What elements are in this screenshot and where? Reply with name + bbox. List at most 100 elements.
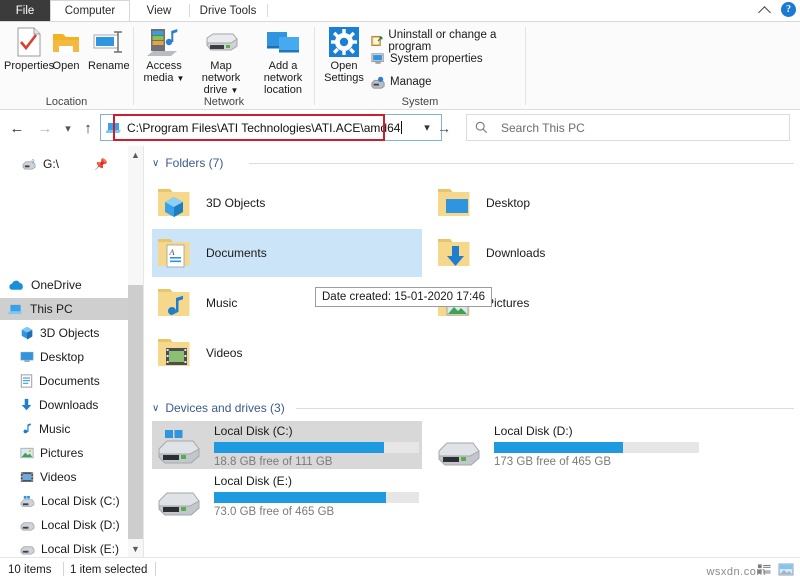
text-caret [401,120,403,134]
go-arrow-icon[interactable]: → [434,118,454,138]
folders-group-header[interactable]: ∨ Folders (7) [152,154,223,172]
manage-button[interactable]: Manage [371,75,432,89]
desktop-icon [20,351,34,362]
folders-group-label: Folders (7) [165,156,224,170]
uninstall-program-button[interactable]: Uninstall or change a program [371,29,525,53]
map-network-drive-label: Map network drive ▼ [201,60,241,96]
sidebar-label: Local Disk (D:) [41,518,120,532]
sidebar-label: OneDrive [31,278,82,292]
map-network-drive-button[interactable]: Map network drive ▼ [190,26,252,97]
sidebar-item-music[interactable]: Music [0,418,70,440]
sidebar-item-downloads[interactable]: Downloads [0,394,98,416]
sidebar-item-pictures[interactable]: Pictures [0,442,83,464]
drive-info: Local Disk (D:) 173 GB free of 465 GB [494,424,699,468]
scrollbar-thumb[interactable] [128,285,143,539]
drive-free-space: 73.0 GB free of 465 GB [214,506,335,518]
navigation-scrollbar[interactable]: ▲ ▼ [128,146,143,557]
svg-text:A: A [169,248,175,257]
sidebar-label: Music [39,422,71,436]
search-box[interactable]: Search This PC [466,114,790,141]
manage-icon [371,76,385,89]
back-arrow-icon[interactable]: ← [7,118,27,138]
folder-documents-icon: A [158,239,190,268]
status-selection: 1 item selected [70,564,148,576]
rename-button[interactable]: Rename [88,26,130,72]
folder-tile-videos[interactable]: Videos [152,329,422,377]
sidebar-item-3d-objects[interactable]: 3D Objects [0,322,99,344]
pin-icon[interactable]: 📌 [94,158,108,171]
tab-file[interactable]: File [0,0,50,21]
ribbon-group-location: Properties Open Rename Location [0,22,133,110]
folder-name: Downloads [486,246,546,260]
sidebar-label: Pictures [40,446,84,460]
up-arrow-icon[interactable]: ↑ [78,118,98,138]
settings-gear-icon [329,27,359,57]
svg-text:?: ? [31,159,34,165]
folder-name: Music [206,296,238,310]
sidebar-item-this-pc[interactable]: This PC [0,298,128,320]
drive-icon [158,492,200,516]
sidebar-label: Local Disk (E:) [41,542,120,556]
scroll-up-icon[interactable]: ▲ [128,146,143,163]
folder-tile-desktop[interactable]: Desktop [432,179,702,227]
file-explorer-window: File Computer View Drive Tools ? Propert… [0,0,800,583]
add-network-location-label: Add a network location [263,60,303,96]
sidebar-item-onedrive[interactable]: OneDrive [0,274,128,296]
access-media-button[interactable]: Access media ▼ [136,26,192,85]
open-button[interactable]: Open [50,26,82,72]
drive-tile-local-disk-c[interactable]: Local Disk (C:) 18.8 GB free of 111 GB [152,421,422,469]
sidebar-item-g-drive[interactable]: ? G:\ 📌 [0,153,128,175]
sidebar-label: G:\ [43,157,60,171]
drive-tile-local-disk-d[interactable]: Local Disk (D:) 173 GB free of 465 GB [432,421,702,469]
recent-locations-chevron-down-icon[interactable]: ▾ [58,118,78,138]
address-input-value[interactable]: C:\Program Files\ATI Technologies\ATI.AC… [124,120,413,135]
open-settings-button[interactable]: Open Settings [321,26,367,84]
sidebar-item-desktop[interactable]: Desktop [0,346,84,368]
downloads-icon [21,398,32,411]
drive-info: Local Disk (E:) 73.0 GB free of 465 GB [214,474,419,518]
tab-view[interactable]: View [130,0,188,21]
large-icons-view-icon[interactable] [778,563,794,580]
properties-button[interactable]: Properties [4,26,54,72]
folder-tile-documents[interactable]: A Documents [152,229,422,277]
watermark: wsxdn.com [706,566,766,578]
sidebar-item-videos[interactable]: Videos [0,466,76,488]
drive-icon [438,442,480,466]
sidebar-item-documents[interactable]: Documents [0,370,100,392]
sidebar-item-local-disk-c[interactable]: Local Disk (C:) [0,490,120,512]
forward-arrow-icon[interactable]: → [35,118,55,138]
add-network-location-button[interactable]: Add a network location [252,26,314,96]
drive-info: Local Disk (C:) 18.8 GB free of 111 GB [214,424,419,468]
tab-drive-tools[interactable]: Drive Tools [190,0,266,21]
uninstall-program-label: Uninstall or change a program [388,29,497,53]
ribbon-group-divider [525,27,526,105]
rename-icon [93,31,122,53]
drive-name: Local Disk (C:) [214,424,293,438]
help-icon[interactable]: ? [781,2,796,17]
folder-tile-3d-objects[interactable]: 3D Objects [152,179,422,227]
sidebar-label: Documents [39,374,100,388]
drives-group-header[interactable]: ∨ Devices and drives (3) [152,399,285,417]
sidebar-item-local-disk-d[interactable]: Local Disk (D:) [0,514,120,536]
chevron-down-icon: ∨ [152,157,160,169]
open-settings-label: Open Settings [324,60,364,84]
scroll-down-icon[interactable]: ▼ [128,540,143,557]
this-pc-icon [8,304,23,314]
folder-tile-downloads[interactable]: Downloads [432,229,702,277]
tab-computer[interactable]: Computer [50,0,130,21]
system-properties-button[interactable]: System properties [371,52,483,66]
manage-label: Manage [390,76,432,88]
music-icon [23,423,31,434]
ribbon-tabstrip: File Computer View Drive Tools ? [0,0,800,21]
map-network-drive-icon [206,33,238,51]
ribbon-group-network: Access media ▼ Map network drive ▼ Add a… [134,22,314,110]
address-bar[interactable]: C:\Program Files\ATI Technologies\ATI.AC… [100,114,442,141]
folder-downloads-icon [438,239,470,266]
documents-icon [20,374,33,388]
chevron-up-icon[interactable] [758,3,772,17]
search-placeholder: Search This PC [501,120,585,135]
drive-tile-local-disk-e[interactable]: Local Disk (E:) 73.0 GB free of 465 GB [152,471,422,519]
access-media-icon [147,29,178,56]
drives-group-label: Devices and drives (3) [165,401,285,415]
folder-videos-icon [158,339,190,366]
